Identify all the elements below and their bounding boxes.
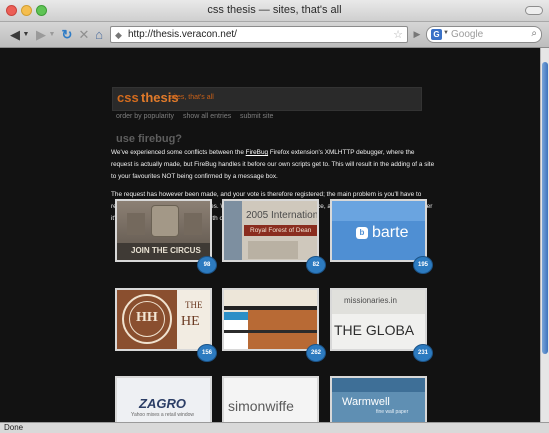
engine-dropdown-icon[interactable]: ▼ bbox=[443, 30, 449, 36]
thumb-label: Warmwell bbox=[342, 396, 390, 408]
status-bar: Done bbox=[0, 422, 549, 433]
thumb-band bbox=[224, 290, 317, 306]
thumb-label-sub: Yahoo mixes a retail window bbox=[131, 412, 194, 418]
p1-before-text: We've experienced some conflicts between… bbox=[111, 149, 246, 156]
thumb-label-bottom: Royal Forest of Dean bbox=[250, 227, 312, 234]
vote-count-badge[interactable]: 98 bbox=[197, 256, 217, 274]
entry-thumb-barte[interactable]: b barte bbox=[330, 199, 427, 262]
robot-arm bbox=[127, 213, 145, 235]
vertical-scrollbar[interactable] bbox=[540, 48, 549, 422]
thumb-label-bottom: THE GLOBA bbox=[334, 322, 415, 338]
thumb-header bbox=[332, 378, 425, 392]
thumb-sky bbox=[332, 201, 425, 221]
thumb-band bbox=[224, 312, 248, 320]
firebug-paragraph-1: We've experienced some conflicts between… bbox=[111, 147, 437, 183]
page-viewport: css thesis sites, that's all order by po… bbox=[0, 48, 540, 422]
seal-monogram: HH bbox=[136, 310, 158, 325]
search-placeholder: Google bbox=[451, 29, 484, 40]
page-favicon-icon: ◆ bbox=[115, 30, 122, 40]
nav-order-by-popularity[interactable]: order by popularity bbox=[116, 113, 174, 120]
vote-count-badge[interactable]: 156 bbox=[197, 344, 217, 362]
thumb-image: HH THE HE bbox=[117, 290, 210, 349]
robot-arm bbox=[184, 213, 202, 235]
thumb-label: JOIN THE CIRCUS bbox=[131, 246, 201, 255]
barter-logo-icon: b bbox=[356, 227, 368, 239]
thumb-image: JOIN THE CIRCUS bbox=[117, 201, 210, 260]
entry-thumb-zagro[interactable]: ZAGRO Yahoo mixes a retail window bbox=[115, 376, 212, 422]
firebug-link[interactable]: FireBug bbox=[246, 149, 268, 156]
vote-count-badge[interactable]: 195 bbox=[413, 256, 433, 274]
go-arrow-icon[interactable]: ▶ bbox=[410, 25, 424, 44]
entry-thumb-simonwiffen[interactable]: simonwiffe bbox=[222, 376, 319, 422]
thumb-band bbox=[224, 330, 317, 333]
bookmark-star-icon[interactable]: ☆ bbox=[393, 28, 403, 41]
home-icon[interactable]: ⌂ bbox=[90, 25, 108, 44]
nav-show-all-entries[interactable]: show all entries bbox=[183, 113, 231, 120]
window-title: css thesis — sites, that's all bbox=[207, 4, 342, 16]
thumb-image: Warmwell fine wall paper bbox=[332, 378, 425, 422]
status-text: Done bbox=[4, 423, 24, 432]
vote-count-badge[interactable]: 262 bbox=[306, 344, 326, 362]
thumb-label-top: missionaries.in bbox=[344, 296, 397, 305]
navigation-toolbar: ◀ ▼ ▶ ▼ ↻ ✕ ⌂ ◆ http://thesis.veracon.ne… bbox=[0, 22, 549, 48]
google-engine-icon[interactable]: G bbox=[431, 29, 442, 40]
firebug-heading: use firebug? bbox=[116, 133, 183, 145]
thumb-label-side: THE bbox=[185, 300, 203, 310]
thumb-image bbox=[224, 290, 317, 349]
toolbar-toggle-button[interactable] bbox=[525, 6, 543, 15]
site-tagline: sites, that's all bbox=[170, 94, 214, 101]
search-input[interactable]: G ▼ Google ⌕ bbox=[426, 26, 542, 43]
thumb-image: missionaries.in THE GLOBA bbox=[332, 290, 425, 349]
entry-thumb-stripes[interactable] bbox=[222, 288, 319, 351]
thumb-label-side-2: HE bbox=[181, 314, 200, 329]
site-header: css thesis sites, that's all bbox=[112, 87, 422, 111]
thumb-photo bbox=[248, 241, 298, 259]
reload-icon[interactable]: ↻ bbox=[58, 25, 76, 44]
thumb-image: ZAGRO Yahoo mixes a retail window bbox=[117, 378, 210, 422]
url-text: http://thesis.veracon.net/ bbox=[128, 29, 237, 40]
robot-figure bbox=[151, 205, 179, 237]
site-logo-prefix[interactable]: css bbox=[117, 90, 139, 105]
entry-thumb-hh[interactable]: HH THE HE bbox=[115, 288, 212, 351]
thumb-label-sub: fine wall paper bbox=[376, 409, 409, 415]
window-titlebar: css thesis — sites, that's all bbox=[0, 0, 549, 22]
scrollbar-thumb[interactable] bbox=[542, 62, 548, 354]
search-icon[interactable]: ⌕ bbox=[531, 28, 537, 39]
back-history-dropdown-icon[interactable]: ▼ bbox=[22, 25, 30, 44]
url-input[interactable]: ◆ http://thesis.veracon.net/ ☆ bbox=[110, 26, 408, 43]
vote-count-badge[interactable]: 82 bbox=[306, 256, 326, 274]
thumb-image: 2005 Internation Royal Forest of Dean bbox=[224, 201, 317, 260]
thumb-label: simonwiffe bbox=[228, 398, 294, 414]
entry-thumb-warmwell[interactable]: Warmwell fine wall paper bbox=[330, 376, 427, 422]
entry-thumb-join-the-circus[interactable]: JOIN THE CIRCUS bbox=[115, 199, 212, 262]
nav-submit-site[interactable]: submit site bbox=[240, 113, 273, 120]
vote-count-badge[interactable]: 231 bbox=[413, 344, 433, 362]
thumb-image: simonwiffe bbox=[224, 378, 317, 422]
thumb-image: b barte bbox=[332, 201, 425, 260]
thumb-label: ZAGRO bbox=[139, 396, 186, 411]
thumb-label-top: 2005 Internation bbox=[246, 210, 317, 221]
entry-thumb-royal-forest-of-dean[interactable]: 2005 Internation Royal Forest of Dean bbox=[222, 199, 319, 262]
entry-thumb-missionaries[interactable]: missionaries.in THE GLOBA bbox=[330, 288, 427, 351]
thumb-graphic-strip bbox=[224, 201, 242, 260]
thumb-band bbox=[224, 320, 248, 349]
forward-history-dropdown-icon[interactable]: ▼ bbox=[48, 25, 56, 44]
thumb-label: barte bbox=[372, 224, 409, 241]
